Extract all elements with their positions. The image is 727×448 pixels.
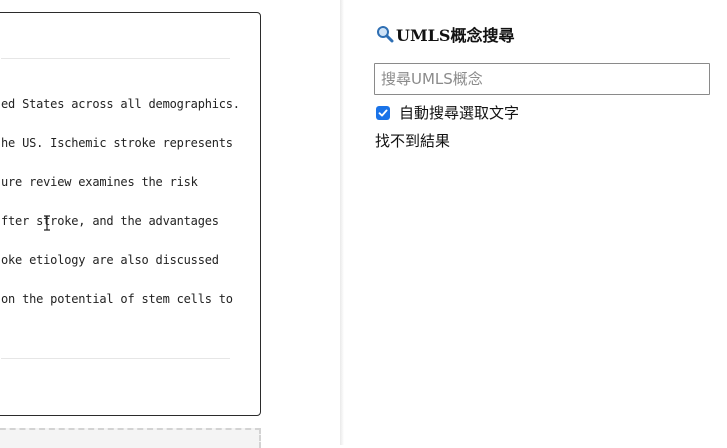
document-line[interactable]: oke etiology are also discussed (1, 253, 219, 267)
checkmark-icon (378, 109, 388, 116)
document-line[interactable]: on the potential of stem cells to (1, 292, 233, 306)
text-cursor-icon (44, 215, 50, 231)
document-line[interactable]: ed States across all demographics. (1, 97, 240, 111)
drop-zone (0, 428, 261, 448)
document-line[interactable]: ure review examines the risk (1, 175, 198, 189)
umls-panel: UMLS概念搜尋 自動搜尋選取文字 找不到結果 (344, 0, 727, 445)
umls-search-input[interactable] (374, 63, 710, 95)
divider (1, 58, 230, 59)
divider (1, 358, 230, 359)
no-results-text: 找不到結果 (375, 132, 451, 150)
panel-title-text: UMLS概念搜尋 (396, 26, 515, 45)
document-area: ed States across all demographics. he US… (0, 0, 340, 448)
document-line[interactable]: fter stroke, and the advantages (1, 214, 219, 228)
magnifier-icon (377, 26, 394, 43)
document-card: ed States across all demographics. he US… (0, 12, 261, 416)
auto-search-checkbox[interactable] (376, 105, 390, 120)
auto-search-toggle[interactable]: 自動搜尋選取文字 (376, 102, 519, 123)
panel-title: UMLS概念搜尋 (376, 22, 514, 46)
auto-search-label: 自動搜尋選取文字 (399, 104, 520, 122)
document-line[interactable]: he US. Ischemic stroke represents (1, 136, 233, 150)
